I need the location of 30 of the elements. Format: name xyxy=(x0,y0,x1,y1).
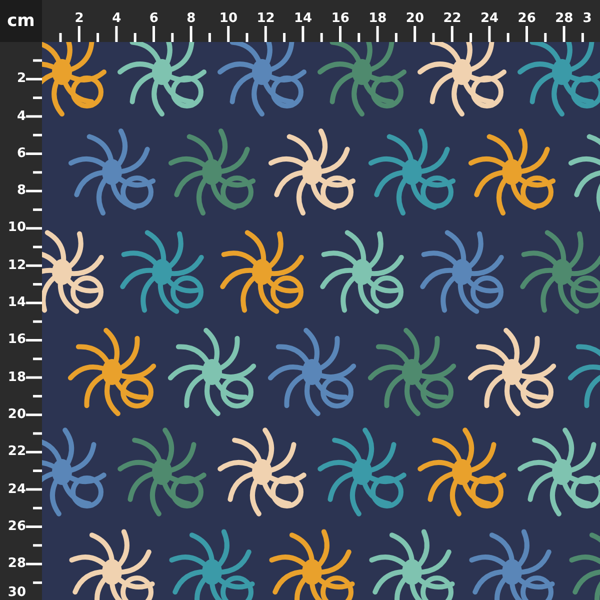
ruler-label: 26 xyxy=(8,520,26,534)
ruler-label: 22 xyxy=(443,12,462,26)
ruler-label: 6 xyxy=(149,12,158,26)
ruler-label: 4 xyxy=(16,110,26,124)
ruler-label: 28 xyxy=(555,12,574,26)
ruler-label: 30 xyxy=(8,586,26,600)
ruler-label: 8 xyxy=(186,12,196,26)
ruler-label: 20 xyxy=(8,408,26,422)
ruler-label: 24 xyxy=(480,12,499,26)
ruler-label: 8 xyxy=(16,184,26,198)
ruler-label: 12 xyxy=(8,258,26,273)
ruler-label: 2 xyxy=(74,12,84,26)
ruler-label: 14 xyxy=(8,296,26,310)
ruler-label: 10 xyxy=(219,12,238,26)
ruler-label: 3 xyxy=(582,12,592,26)
ruler-label: 6 xyxy=(16,146,26,161)
ruler-label: 20 xyxy=(406,12,424,26)
ruler-label: 10 xyxy=(8,221,26,236)
ruler-label: 18 xyxy=(368,12,387,26)
ruler-label: 12 xyxy=(256,12,275,26)
ruler-label: 22 xyxy=(8,445,26,460)
ruler-label: 24 xyxy=(8,482,26,497)
ruler-label: 16 xyxy=(331,12,350,26)
ruler-label: 4 xyxy=(112,12,122,26)
ruler-label: 16 xyxy=(8,333,26,348)
ruler-label: 18 xyxy=(8,370,26,385)
ruler-label: 14 xyxy=(294,12,312,26)
ruler-label: 2 xyxy=(16,72,26,86)
ruler-label: 26 xyxy=(518,12,536,26)
ruler-label: 28 xyxy=(8,557,26,572)
